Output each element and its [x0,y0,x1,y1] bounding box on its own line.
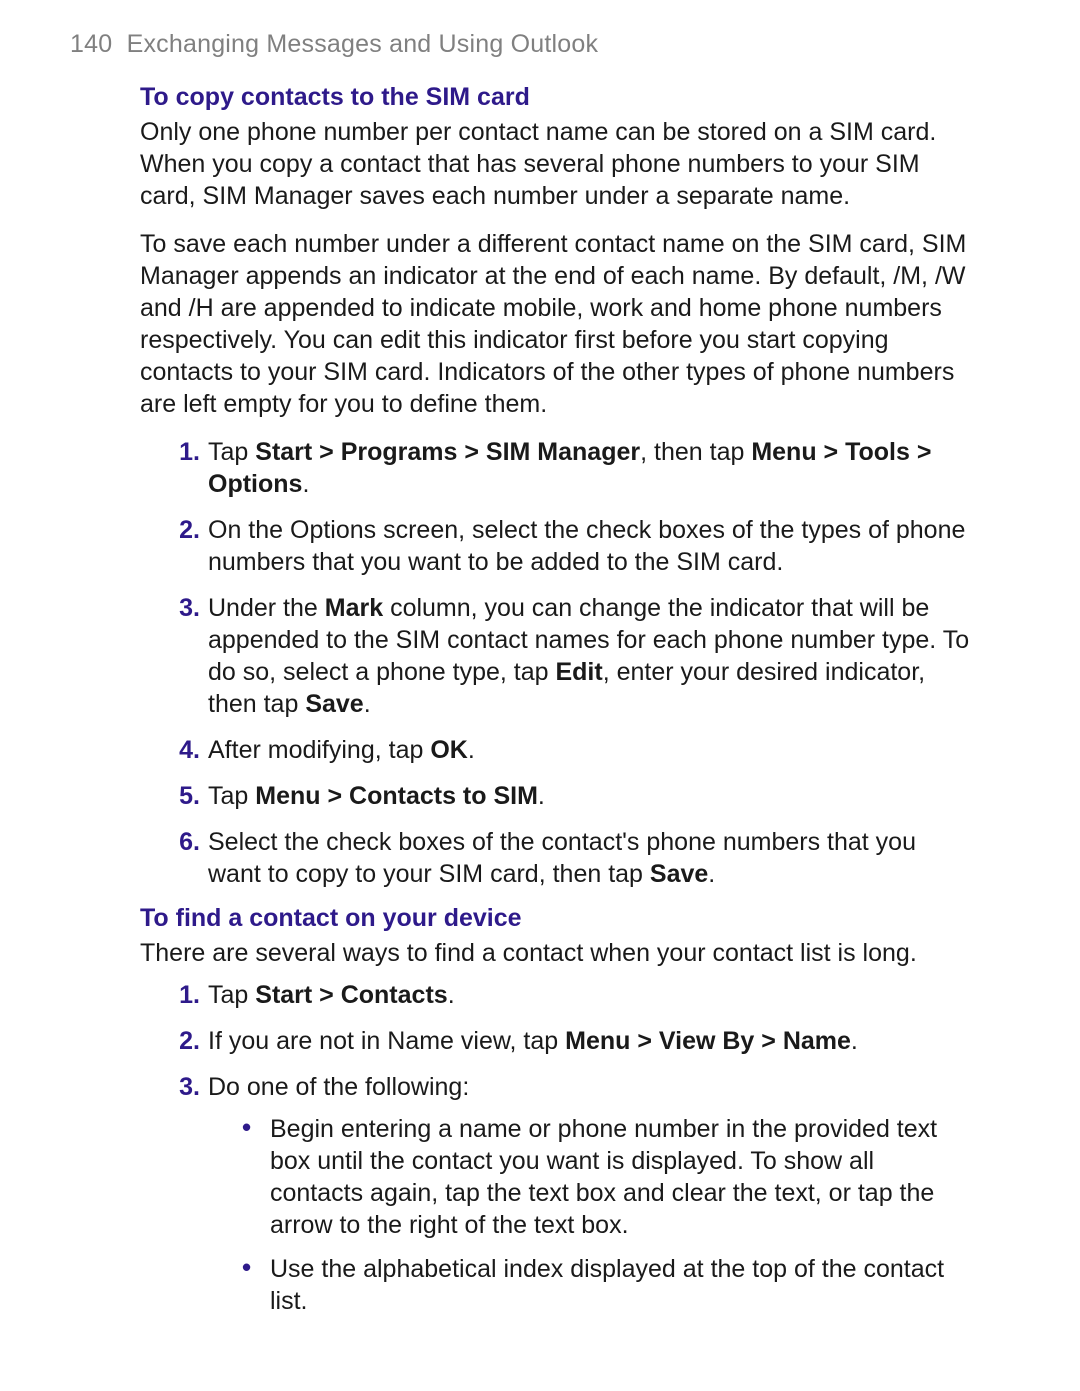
step-item: 3.Under the Mark column, you can change … [208,592,970,720]
step-text: After modifying, tap OK. [208,736,475,764]
step-number: 6. [170,826,200,858]
section-copy-contacts: To copy contacts to the SIM card Only on… [70,83,970,890]
bullet-item: Begin entering a name or phone number in… [248,1113,970,1241]
step-number: 3. [170,592,200,624]
step-text: Tap Start > Programs > SIM Manager, then… [208,438,931,498]
step-item: 1.Tap Start > Contacts. [208,979,970,1011]
paragraph: There are several ways to find a contact… [140,937,970,969]
paragraph: Only one phone number per contact name c… [140,116,970,212]
step-text: Under the Mark column, you can change th… [208,594,969,718]
step-number: 1. [170,436,200,468]
step-item: 2.On the Options screen, select the chec… [208,514,970,578]
step-number: 2. [170,514,200,546]
step-number: 5. [170,780,200,812]
step-number: 2. [170,1025,200,1057]
chapter-title: Exchanging Messages and Using Outlook [127,30,599,58]
running-header: 140 Exchanging Messages and Using Outloo… [70,30,970,59]
step-item: 3.Do one of the following: Begin enterin… [208,1071,970,1317]
step-list: 1.Tap Start > Contacts. 2.If you are not… [140,979,970,1317]
step-text: Do one of the following: [208,1073,469,1101]
section-find-contact: To find a contact on your device There a… [70,904,970,1317]
step-number: 3. [170,1071,200,1103]
step-number: 1. [170,979,200,1011]
bullet-item: Use the alphabetical index displayed at … [248,1253,970,1317]
section-title: To find a contact on your device [140,904,970,933]
document-page: 140 Exchanging Messages and Using Outloo… [0,0,1080,1391]
bullet-list: Begin entering a name or phone number in… [208,1113,970,1317]
step-text: If you are not in Name view, tap Menu > … [208,1027,858,1055]
step-item: 6.Select the check boxes of the contact'… [208,826,970,890]
step-item: 4.After modifying, tap OK. [208,734,970,766]
step-text: Tap Start > Contacts. [208,981,455,1009]
step-text: Select the check boxes of the contact's … [208,828,916,888]
step-number: 4. [170,734,200,766]
step-text: On the Options screen, select the check … [208,516,965,576]
step-item: 5.Tap Menu > Contacts to SIM. [208,780,970,812]
section-title: To copy contacts to the SIM card [140,83,970,112]
step-list: 1.Tap Start > Programs > SIM Manager, th… [140,436,970,890]
step-text: Tap Menu > Contacts to SIM. [208,782,545,810]
page-number: 140 [70,30,112,58]
step-item: 2.If you are not in Name view, tap Menu … [208,1025,970,1057]
paragraph: To save each number under a different co… [140,228,970,420]
step-item: 1.Tap Start > Programs > SIM Manager, th… [208,436,970,500]
